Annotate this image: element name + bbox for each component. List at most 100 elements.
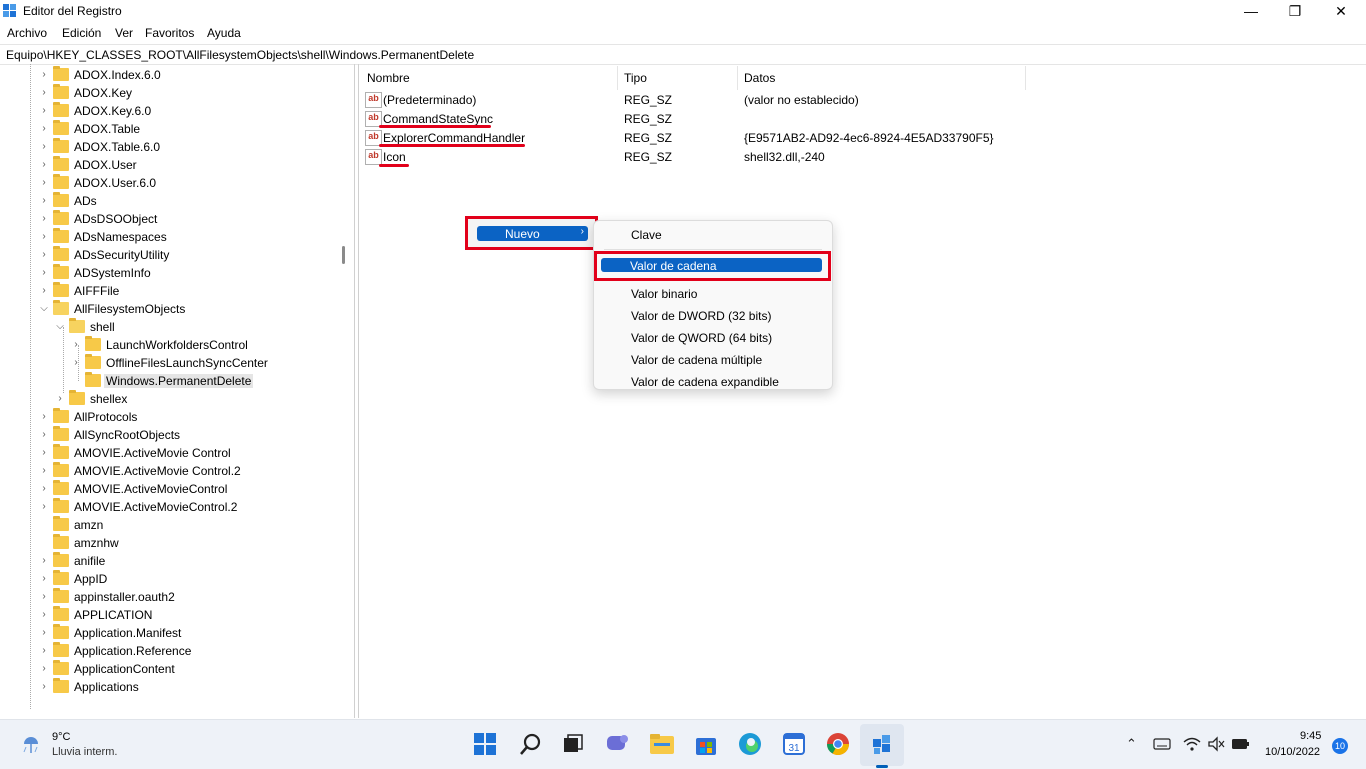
chevron-right-icon[interactable]: › bbox=[39, 285, 49, 297]
chevron-right-icon[interactable]: › bbox=[39, 411, 49, 423]
chevron-right-icon[interactable]: › bbox=[39, 159, 49, 171]
tree-node[interactable]: › AIFFFile bbox=[0, 282, 340, 300]
tree-node[interactable]: › ADOX.User bbox=[0, 156, 340, 174]
chevron-right-icon[interactable]: › bbox=[39, 555, 49, 567]
tree-node[interactable]: › ADOX.User.6.0 bbox=[0, 174, 340, 192]
teams-chat-icon[interactable] bbox=[604, 732, 630, 756]
chrome-browser-icon[interactable] bbox=[825, 731, 851, 757]
chevron-right-icon[interactable]: › bbox=[71, 357, 81, 369]
microsoft-store-icon[interactable] bbox=[693, 731, 719, 757]
chevron-right-icon[interactable]: › bbox=[39, 591, 49, 603]
menu-archivo[interactable]: Archivo bbox=[7, 26, 47, 40]
chevron-right-icon[interactable]: › bbox=[55, 393, 65, 405]
chevron-right-icon[interactable]: › bbox=[39, 141, 49, 153]
notification-badge[interactable]: 10 bbox=[1332, 738, 1348, 754]
clock-time[interactable]: 9:45 bbox=[1300, 730, 1321, 742]
tree-node[interactable]: amzn bbox=[0, 516, 340, 534]
chevron-right-icon[interactable]: › bbox=[39, 123, 49, 135]
tree-node[interactable]: › AppID bbox=[0, 570, 340, 588]
maximize-button[interactable]: ❐ bbox=[1272, 0, 1318, 22]
address-path[interactable]: Equipo\HKEY_CLASSES_ROOT\AllFilesystemOb… bbox=[6, 48, 474, 62]
search-icon[interactable] bbox=[519, 732, 543, 756]
tree-node[interactable]: ⌵ AllFilesystemObjects bbox=[0, 300, 340, 318]
tree-node[interactable]: › Applications bbox=[0, 678, 340, 696]
chevron-right-icon[interactable]: › bbox=[39, 267, 49, 279]
battery-charging-icon[interactable] bbox=[1231, 737, 1251, 751]
tree-node[interactable]: › AMOVIE.ActiveMovie Control bbox=[0, 444, 340, 462]
column-header-datos[interactable]: Datos bbox=[744, 71, 775, 85]
calendar-icon[interactable]: 31 bbox=[781, 731, 807, 757]
tree-node[interactable]: › ADOX.Index.6.0 bbox=[0, 66, 340, 84]
tree-node[interactable]: › ADsNamespaces bbox=[0, 228, 340, 246]
chevron-right-icon[interactable]: › bbox=[39, 105, 49, 117]
tree-node[interactable]: › ADsDSOObject bbox=[0, 210, 340, 228]
submenu-item-valor-cadena[interactable]: Valor de cadena bbox=[601, 258, 822, 273]
chevron-right-icon[interactable]: › bbox=[39, 609, 49, 621]
menu-edicion[interactable]: Edición bbox=[62, 26, 101, 40]
address-bar[interactable]: Equipo\HKEY_CLASSES_ROOT\AllFilesystemOb… bbox=[0, 44, 1366, 65]
value-row[interactable]: ab Icon REG_SZ shell32.dll,-240 bbox=[359, 147, 1019, 166]
chevron-right-icon[interactable]: › bbox=[39, 627, 49, 639]
chevron-right-icon[interactable]: › bbox=[39, 249, 49, 261]
submenu-item-valor-qword[interactable]: Valor de QWORD (64 bits) bbox=[631, 331, 772, 345]
chevron-right-icon[interactable]: › bbox=[39, 213, 49, 225]
chevron-right-icon[interactable]: › bbox=[39, 645, 49, 657]
tree-node[interactable]: › AllSyncRootObjects bbox=[0, 426, 340, 444]
wifi-icon[interactable] bbox=[1183, 736, 1201, 752]
menu-ver[interactable]: Ver bbox=[115, 26, 133, 40]
chevron-right-icon[interactable]: › bbox=[39, 681, 49, 693]
menu-favoritos[interactable]: Favoritos bbox=[145, 26, 194, 40]
menu-item-nuevo[interactable]: Nuevo › bbox=[477, 226, 588, 241]
submenu-item-valor-cadena-expandible[interactable]: Valor de cadena expandible bbox=[631, 375, 779, 389]
volume-muted-icon[interactable] bbox=[1207, 736, 1225, 752]
chevron-right-icon[interactable]: › bbox=[39, 573, 49, 585]
chevron-down-icon[interactable]: ⌵ bbox=[55, 321, 65, 333]
menu-ayuda[interactable]: Ayuda bbox=[207, 26, 241, 40]
close-button[interactable]: ✕ bbox=[1318, 0, 1364, 22]
submenu-item-valor-dword[interactable]: Valor de DWORD (32 bits) bbox=[631, 309, 771, 323]
chevron-right-icon[interactable]: › bbox=[39, 483, 49, 495]
tree-node[interactable]: › AMOVIE.ActiveMovieControl.2 bbox=[0, 498, 340, 516]
values-list[interactable]: Nombre Tipo Datos ab (Predeterminado) RE… bbox=[358, 64, 1366, 718]
start-icon[interactable] bbox=[473, 732, 497, 756]
tree-node[interactable]: › ADOX.Table bbox=[0, 120, 340, 138]
chevron-right-icon[interactable]: › bbox=[39, 87, 49, 99]
tree-node[interactable]: › ApplicationContent bbox=[0, 660, 340, 678]
tree-vertical-scrollbar[interactable] bbox=[342, 246, 345, 264]
chevron-up-icon[interactable]: ⌃ bbox=[1126, 736, 1137, 752]
chevron-right-icon[interactable]: › bbox=[39, 177, 49, 189]
edge-browser-icon[interactable] bbox=[737, 731, 763, 757]
chevron-right-icon[interactable]: › bbox=[71, 339, 81, 351]
tree-node[interactable]: › ADOX.Key bbox=[0, 84, 340, 102]
registry-tree[interactable]: › ADOX.Index.6.0 › ADOX.Key › ADOX.Key.6.0 › AD… bbox=[0, 64, 355, 718]
submenu-item-valor-cadena-multiple[interactable]: Valor de cadena múltiple bbox=[631, 353, 762, 367]
submenu-item-valor-binario[interactable]: Valor binario bbox=[631, 287, 697, 301]
tree-node[interactable]: › ADs bbox=[0, 192, 340, 210]
keyboard-icon[interactable] bbox=[1153, 737, 1171, 751]
regedit-taskbar-icon[interactable] bbox=[869, 731, 895, 757]
minimize-button[interactable]: — bbox=[1228, 0, 1274, 22]
tree-node[interactable]: › AMOVIE.ActiveMovieControl bbox=[0, 480, 340, 498]
chevron-right-icon[interactable]: › bbox=[39, 69, 49, 81]
weather-description[interactable]: Lluvia interm. bbox=[52, 746, 117, 758]
file-explorer-icon[interactable] bbox=[648, 731, 676, 757]
column-header-tipo[interactable]: Tipo bbox=[624, 71, 647, 85]
tree-node[interactable]: › shellex bbox=[0, 390, 340, 408]
chevron-right-icon[interactable]: › bbox=[39, 231, 49, 243]
tree-node[interactable]: amznhw bbox=[0, 534, 340, 552]
weather-rain-icon[interactable] bbox=[18, 731, 46, 757]
tree-node[interactable]: › ADOX.Key.6.0 bbox=[0, 102, 340, 120]
clock-date[interactable]: 10/10/2022 bbox=[1265, 746, 1320, 758]
weather-temperature[interactable]: 9°C bbox=[52, 731, 70, 743]
chevron-right-icon[interactable]: › bbox=[39, 429, 49, 441]
chevron-right-icon[interactable]: › bbox=[39, 501, 49, 513]
tree-node[interactable]: › APPLICATION bbox=[0, 606, 340, 624]
value-row[interactable]: ab (Predeterminado) REG_SZ (valor no est… bbox=[359, 90, 1019, 109]
chevron-right-icon[interactable]: › bbox=[39, 465, 49, 477]
tree-node[interactable]: › ADOX.Table.6.0 bbox=[0, 138, 340, 156]
tree-node[interactable]: › AllProtocols bbox=[0, 408, 340, 426]
submenu-item-clave[interactable]: Clave bbox=[631, 228, 662, 242]
title-bar[interactable]: Editor del Registro — ❐ ✕ bbox=[0, 0, 1366, 22]
tree-node[interactable]: › Application.Manifest bbox=[0, 624, 340, 642]
tree-node[interactable]: Windows.PermanentDelete bbox=[0, 372, 340, 390]
